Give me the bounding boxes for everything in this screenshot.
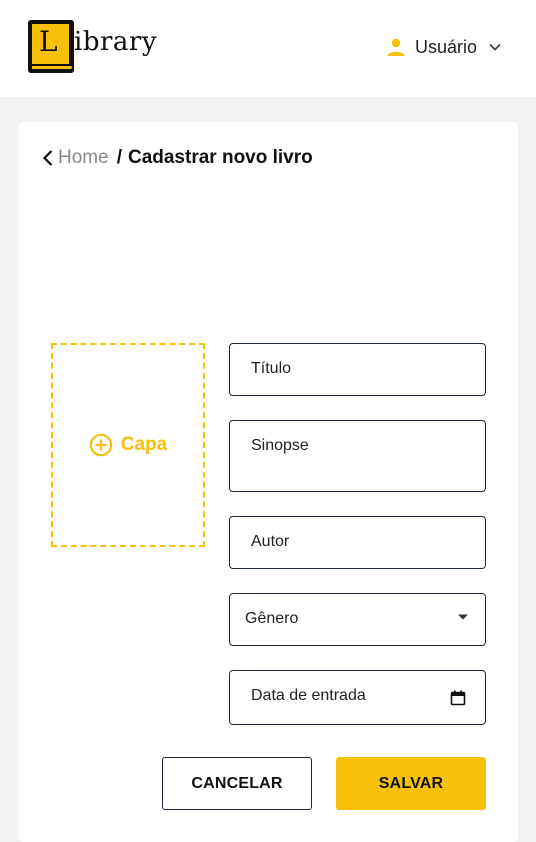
add-circle-icon	[89, 433, 113, 457]
genero-select[interactable]: Gênero	[229, 593, 486, 646]
cover-label: Capa	[120, 434, 168, 455]
titulo-field[interactable]: Título	[229, 343, 486, 396]
caret-down-icon	[458, 614, 468, 620]
app-header: L ibrary Usuário	[0, 0, 536, 97]
data-entrada-placeholder: Data de entrada	[251, 687, 366, 704]
cancel-button[interactable]: CANCELAR	[162, 757, 312, 810]
data-entrada-field[interactable]: Data de entrada	[229, 670, 486, 725]
logo-letter: L	[39, 25, 58, 58]
genero-placeholder: Gênero	[245, 610, 299, 627]
person-icon	[387, 38, 405, 56]
autor-placeholder: Autor	[251, 533, 290, 550]
cover-upload-area[interactable]: Capa	[51, 343, 205, 547]
breadcrumb-separator: /	[116, 147, 122, 168]
library-logo[interactable]: L ibrary	[28, 20, 168, 74]
breadcrumb: Home / Cadastrar novo livro	[42, 145, 313, 171]
cover-upload-content: Capa	[89, 433, 167, 457]
book-logo-icon: L	[28, 20, 74, 73]
logo-text: ibrary	[74, 27, 158, 57]
calendar-icon[interactable]	[450, 690, 466, 706]
save-button[interactable]: SALVAR	[336, 757, 486, 810]
chevron-down-icon[interactable]	[488, 40, 502, 54]
breadcrumb-home-link[interactable]: Home	[58, 147, 109, 169]
titulo-placeholder: Título	[251, 360, 292, 377]
user-label: Usuário	[415, 36, 478, 57]
user-menu[interactable]: Usuário	[386, 34, 516, 60]
autor-field[interactable]: Autor	[229, 516, 486, 569]
page-title: Cadastrar novo livro	[127, 147, 313, 168]
sinopse-field[interactable]: Sinopse	[229, 420, 486, 492]
chevron-left-icon[interactable]	[42, 149, 54, 167]
sinopse-placeholder: Sinopse	[251, 437, 309, 454]
